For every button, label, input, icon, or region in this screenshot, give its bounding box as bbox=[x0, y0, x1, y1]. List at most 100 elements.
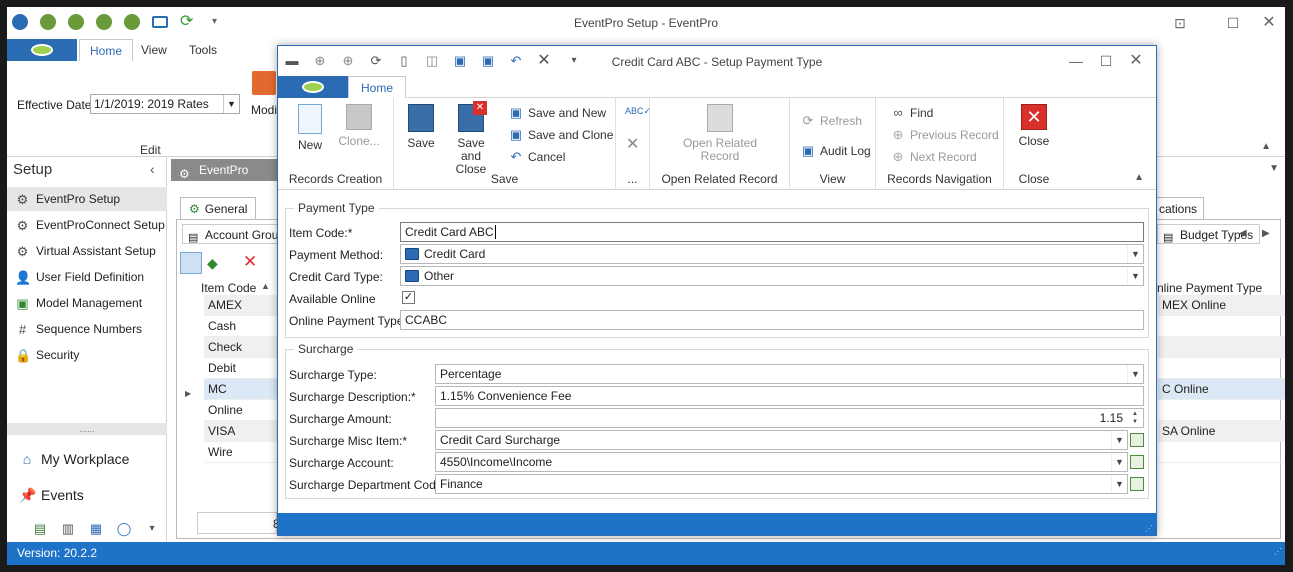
open-related-record-button[interactable]: Open Related Record bbox=[670, 104, 770, 163]
save-label: Save bbox=[407, 136, 435, 150]
table-cell[interactable] bbox=[1158, 400, 1285, 421]
collapse-sidebar-icon[interactable]: ‹ bbox=[150, 161, 155, 177]
dialog-tab-home[interactable]: Home bbox=[348, 76, 407, 98]
chevron-down-icon[interactable]: ▼ bbox=[1127, 365, 1143, 383]
chevron-down-icon[interactable]: ▼ bbox=[1127, 267, 1143, 285]
app-menu-button[interactable] bbox=[7, 39, 77, 61]
cancel-button[interactable]: ↶ Cancel bbox=[508, 148, 566, 166]
tab-general[interactable]: ⚙ General bbox=[180, 197, 257, 219]
restore-layout-icon[interactable]: ⊡ bbox=[1170, 13, 1190, 33]
find-label: Find bbox=[910, 106, 934, 120]
maximize-icon[interactable]: ☐ bbox=[1223, 13, 1243, 33]
sidebar-item-my-workplace[interactable]: ⌂ My Workplace bbox=[7, 444, 167, 474]
sidebar-item-security[interactable]: 🔒 Security bbox=[7, 343, 167, 367]
audit-log-button[interactable]: ▣ Audit Log bbox=[800, 142, 871, 160]
surcharge-description-input[interactable]: 1.15% Convenience Fee bbox=[435, 386, 1144, 406]
chat-icon[interactable]: ◯ bbox=[116, 521, 132, 537]
item-code-input[interactable]: Credit Card ABC bbox=[400, 222, 1144, 242]
sub-tab-account-group[interactable]: ▤ Account Group bbox=[182, 224, 293, 244]
spin-buttons-icon[interactable]: ▲ ▼ bbox=[1129, 410, 1141, 426]
doc-tab-eventpro-setup[interactable]: ⚙ EventPro Setup bbox=[171, 159, 281, 199]
table-cell[interactable] bbox=[1158, 442, 1285, 463]
surcharge-amount-input[interactable]: 1.15 ▲ ▼ bbox=[435, 408, 1144, 428]
department-lookup-button[interactable] bbox=[1129, 475, 1145, 493]
chevron-down-icon[interactable]: ▼ bbox=[1269, 163, 1279, 174]
tab-view[interactable]: View bbox=[131, 39, 177, 61]
save-and-new-button[interactable]: ▣ Save and New bbox=[508, 104, 606, 122]
surcharge-type-select[interactable]: Percentage ▼ bbox=[435, 364, 1144, 384]
report-icon[interactable]: ▦ bbox=[88, 521, 104, 537]
previous-record-button[interactable]: ⊕ Previous Record bbox=[890, 126, 999, 144]
refresh-label: Refresh bbox=[820, 114, 863, 128]
sidebar-item-sequence-numbers[interactable]: # Sequence Numbers bbox=[7, 317, 167, 341]
resize-grip-icon[interactable]: ⋰ bbox=[1145, 524, 1153, 533]
group-label: Records Navigation bbox=[887, 172, 992, 186]
online-payment-type-input[interactable]: CCABC bbox=[400, 310, 1144, 330]
find-button[interactable]: ∞ Find bbox=[890, 104, 933, 122]
collapse-ribbon-icon[interactable]: ▲ bbox=[1261, 141, 1271, 152]
table-cell[interactable]: MEX Online bbox=[1158, 295, 1285, 316]
effective-date-select[interactable]: 1/1/2019: 2019 Rates ▼ bbox=[90, 94, 240, 114]
table-cell[interactable]: SA Online bbox=[1158, 421, 1285, 442]
effective-date-value: 1/1/2019: 2019 Rates bbox=[94, 97, 209, 111]
scroll-tabs-left-icon[interactable]: ◀ bbox=[1239, 228, 1247, 239]
scroll-tabs-right-icon[interactable]: ▶ bbox=[1262, 228, 1270, 239]
new-button[interactable]: New bbox=[292, 104, 328, 152]
group-label: Open Related Record bbox=[661, 172, 778, 186]
modify-button-label[interactable]: Modif bbox=[251, 103, 280, 117]
chevron-down-icon[interactable]: ▼ bbox=[1111, 475, 1127, 493]
dialog-app-menu-button[interactable] bbox=[278, 76, 348, 98]
sidebar-item-virtual-assistant-setup[interactable]: ⚙ Virtual Assistant Setup bbox=[7, 239, 167, 263]
table-cell[interactable] bbox=[1158, 316, 1285, 337]
sidebar-item-events[interactable]: 📌 Events bbox=[7, 480, 167, 510]
account-lookup-button[interactable] bbox=[1129, 453, 1145, 471]
table-cell[interactable] bbox=[1158, 337, 1285, 358]
delete-icon[interactable]: ✕ bbox=[626, 134, 639, 154]
credit-card-type-select[interactable]: Other ▼ bbox=[400, 266, 1144, 286]
tab-home[interactable]: Home bbox=[79, 39, 134, 61]
resize-grip-icon[interactable]: ⋰ bbox=[1274, 540, 1282, 563]
sidebar-item-model-management[interactable]: ▣ Model Management bbox=[7, 291, 167, 315]
group-save: Save ✕ Save and Close ▣ Save and New ▣ Sav… bbox=[394, 98, 616, 190]
copy-record-icon[interactable]: ◆ bbox=[207, 255, 218, 272]
spreadsheet-icon[interactable]: ▤ bbox=[32, 521, 48, 537]
tab-integrations[interactable]: cations bbox=[1156, 197, 1204, 219]
collapse-ribbon-icon[interactable]: ▲ bbox=[1134, 172, 1144, 183]
building-icon[interactable]: ▥ bbox=[60, 521, 76, 537]
calendar-icon[interactable] bbox=[252, 71, 276, 95]
sidebar-item-eventpro-setup[interactable]: ⚙ EventPro Setup bbox=[7, 187, 167, 211]
spell-check-icon[interactable]: ABC✓ bbox=[625, 106, 651, 117]
misc-item-lookup-button[interactable] bbox=[1129, 431, 1145, 449]
available-online-checkbox[interactable]: ✓ bbox=[402, 291, 415, 304]
close-button[interactable]: ✕ Close bbox=[1014, 104, 1054, 148]
save-and-close-button[interactable]: ✕ Save and Close bbox=[446, 101, 496, 176]
chevron-down-icon[interactable]: ▼ bbox=[223, 95, 239, 113]
close-dialog-icon[interactable]: ✕ bbox=[1126, 51, 1146, 71]
sidebar-item-eventproconnect-setup[interactable]: ⚙ EventProConnect Setup bbox=[7, 213, 167, 237]
new-record-icon[interactable] bbox=[180, 252, 202, 274]
next-record-button[interactable]: ⊕ Next Record bbox=[890, 148, 977, 166]
table-cell[interactable] bbox=[1158, 358, 1285, 379]
minimize-icon[interactable]: — bbox=[1066, 51, 1086, 71]
chevron-down-icon[interactable]: ▼ bbox=[1111, 453, 1127, 471]
surcharge-account-select[interactable]: 4550\Income\Income ▼ bbox=[435, 452, 1128, 472]
clone-button[interactable]: Clone... bbox=[336, 104, 382, 148]
sidebar-item-user-field-definition[interactable]: 👤 User Field Definition bbox=[7, 265, 167, 289]
table-cell[interactable]: C Online bbox=[1158, 379, 1285, 400]
delete-icon[interactable]: ✕ bbox=[243, 252, 257, 272]
surcharge-misc-item-select[interactable]: Credit Card Surcharge ▼ bbox=[435, 430, 1128, 450]
save-button[interactable]: Save bbox=[404, 104, 438, 150]
tab-tools[interactable]: Tools bbox=[179, 39, 227, 61]
save-clone-icon: ▣ bbox=[509, 127, 523, 142]
surcharge-department-select[interactable]: Finance ▼ bbox=[435, 474, 1128, 494]
refresh-button[interactable]: ⟳ Refresh bbox=[800, 112, 862, 130]
maximize-icon[interactable]: ☐ bbox=[1096, 51, 1116, 71]
close-window-icon[interactable]: ✕ bbox=[1259, 13, 1279, 33]
sidebar-splitter[interactable]: ...... bbox=[7, 423, 167, 435]
chevron-down-icon[interactable]: ▼ bbox=[1127, 245, 1143, 263]
save-and-clone-button[interactable]: ▣ Save and Clone bbox=[508, 126, 614, 144]
chevron-down-icon[interactable]: ▼ bbox=[1111, 431, 1127, 449]
chevron-down-icon[interactable]: ▾ bbox=[144, 521, 160, 537]
credit-card-icon bbox=[405, 270, 419, 282]
payment-method-select[interactable]: Credit Card ▼ bbox=[400, 244, 1144, 264]
